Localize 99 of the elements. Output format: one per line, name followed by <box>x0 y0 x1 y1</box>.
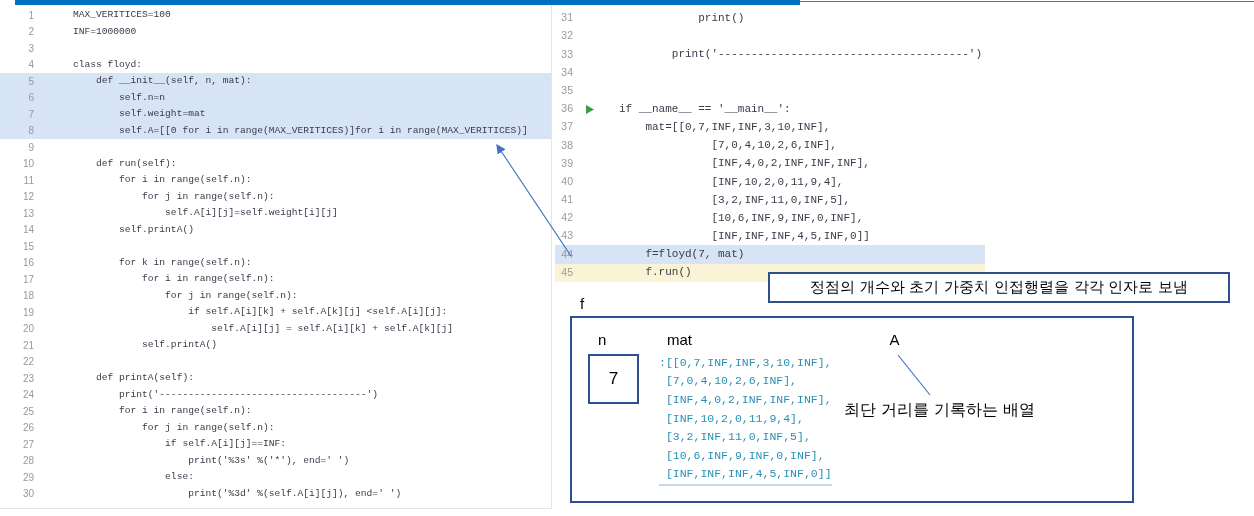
line-number: 27 <box>21 437 34 452</box>
line-number: 35 <box>560 82 573 98</box>
code-line: [10,6,INF,9,INF,0,INF], <box>664 447 826 464</box>
code-line: class floyd: <box>73 57 143 72</box>
code-line: if self.A[i][j]==INF: <box>164 437 287 452</box>
line-number: 11 <box>22 173 34 188</box>
line-number: 18 <box>21 289 34 304</box>
line-number: 6 <box>27 91 34 106</box>
code-line: [7,0,4,10,2,6,INF], <box>664 373 799 390</box>
code-line: [INF,INF,INF,4,5,INF,0]] <box>710 229 870 245</box>
leader-line <box>896 353 931 396</box>
line-number: 32 <box>560 28 573 44</box>
code-line: [7,0,4,10,2,6,INF], <box>710 138 837 154</box>
line-number: 28 <box>21 454 34 469</box>
code-line: for i in range(self.n): <box>118 404 252 419</box>
line-number: 10 <box>21 157 34 172</box>
code-line: [INF,4,0,2,INF,INF,INF], <box>710 156 870 172</box>
code-line: print('%3s' %('*'), end=' ') <box>187 453 350 468</box>
line-number: 45 <box>560 264 573 280</box>
line-number: 24 <box>21 388 34 403</box>
line-number: 44 <box>560 246 573 262</box>
line-number: 31 <box>560 10 573 26</box>
line-number: 21 <box>21 338 34 353</box>
code-line: [INF,4,0,2,INF,INF,INF], <box>664 392 832 408</box>
code-line: self.weight=mat <box>118 107 206 122</box>
line-number: 23 <box>21 371 34 386</box>
line-number: 1 <box>27 8 34 23</box>
run-icon[interactable] <box>586 104 594 114</box>
callout: 정점의 개수와 초기 가중치 인접행렬을 각각 인자로 보냄 <box>768 272 1230 303</box>
code-line: for i in range(self.n): <box>118 173 252 188</box>
line-number: 33 <box>560 46 573 62</box>
field-label: A <box>889 329 901 350</box>
line-number: 14 <box>21 223 34 238</box>
field-label: mat <box>667 329 693 350</box>
code-line: self.A[i][j]=self.weight[i][j] <box>164 206 338 221</box>
line-number: 5 <box>27 74 34 89</box>
line-number: 25 <box>21 404 34 419</box>
code-line: MAX_VERITICES=100 <box>73 8 171 23</box>
line-number: 34 <box>560 64 573 80</box>
code-line: mat=[[0,7,INF,INF,3,10,INF], <box>644 119 831 135</box>
code-line: [3,2,INF,11,0,INF,5], <box>710 192 851 208</box>
code-line: self.n=n <box>118 90 166 105</box>
line-number: 4 <box>27 58 34 73</box>
line-number: 42 <box>560 210 573 226</box>
code-line: for j in range(self.n): <box>141 420 275 435</box>
code-line: self.printA() <box>118 222 194 237</box>
line-number: 7 <box>27 107 34 122</box>
line-number: 16 <box>21 256 34 271</box>
code-line: self.printA() <box>141 338 217 353</box>
line-number: 9 <box>27 140 34 155</box>
code-line: for k in range(self.n): <box>118 255 252 270</box>
code-line: for j in range(self.n): <box>141 189 275 204</box>
code-line: for i in range(self.n): <box>141 272 275 287</box>
code-line: [3,2,INF,11,0,INF,5], <box>664 429 812 446</box>
field-label: n <box>598 329 608 350</box>
code-line: print() <box>697 10 745 26</box>
code-line: if self.A[i][k] + self.A[k][j] <self.A[i][j]: <box>187 305 448 320</box>
line-number: 19 <box>21 305 34 320</box>
line-number: 26 <box>21 421 34 436</box>
code-line: def run(self): <box>95 156 177 171</box>
code-line: self.A[i][j] = self.A[i][k] + self.A[k][j] <box>210 321 453 336</box>
line-number: 40 <box>560 173 573 189</box>
line-number: 15 <box>21 239 34 254</box>
object-label: f <box>580 294 586 313</box>
code-line: f.run() <box>644 265 692 281</box>
code-line: def printA(self): <box>95 371 194 386</box>
code-line: [INF,INF,INF,4,5,INF,0]] <box>664 466 832 483</box>
code-line: [INF,10,2,0,11,9,4], <box>664 410 805 427</box>
code-line: if __name__ == '__main__': <box>619 101 791 117</box>
code-line: print('%3d' %(self.A[i][j]), end=' ') <box>187 486 402 501</box>
code-line: print('------------------------------------') <box>118 387 379 402</box>
value-box: 7 <box>588 353 639 404</box>
line-number: 38 <box>560 137 573 153</box>
line-number: 39 <box>560 155 573 171</box>
line-number: 41 <box>560 192 573 208</box>
code-line: f=floyd(7, mat) <box>644 247 745 263</box>
code-line: self.A=[[0 for i in range(MAX_VERITICES)]for i in range(MAX_VERITICES)] <box>118 123 528 138</box>
line-number: 43 <box>560 228 573 244</box>
line-number: 30 <box>21 487 34 502</box>
code-line: [10,6,INF,9,INF,0,INF], <box>710 210 864 226</box>
line-number: 2 <box>27 25 34 40</box>
code-line: INF=1000000 <box>73 24 137 39</box>
code-line: else: <box>164 470 194 485</box>
line-number: 8 <box>27 124 34 139</box>
line-number: 29 <box>21 470 34 485</box>
code-line: [INF,10,2,0,11,9,4], <box>710 174 844 190</box>
code-line: print('--------------------------------------') <box>670 47 983 63</box>
code-line: for j in range(self.n): <box>164 288 298 303</box>
line-number: 3 <box>27 41 34 56</box>
line-number: 20 <box>21 322 34 337</box>
line-number: 22 <box>21 355 34 370</box>
line-number: 13 <box>21 206 34 221</box>
line-number: 12 <box>21 190 34 205</box>
annotation: 최단 거리를 기록하는 배열 <box>843 398 1035 421</box>
line-number: 17 <box>21 272 34 287</box>
code-line: def __init__(self, n, mat): <box>95 74 252 89</box>
code-line: :[[0,7,INF,INF,3,10,INF], <box>659 354 832 371</box>
line-number: 36 <box>560 101 573 117</box>
line-number: 37 <box>560 119 573 135</box>
